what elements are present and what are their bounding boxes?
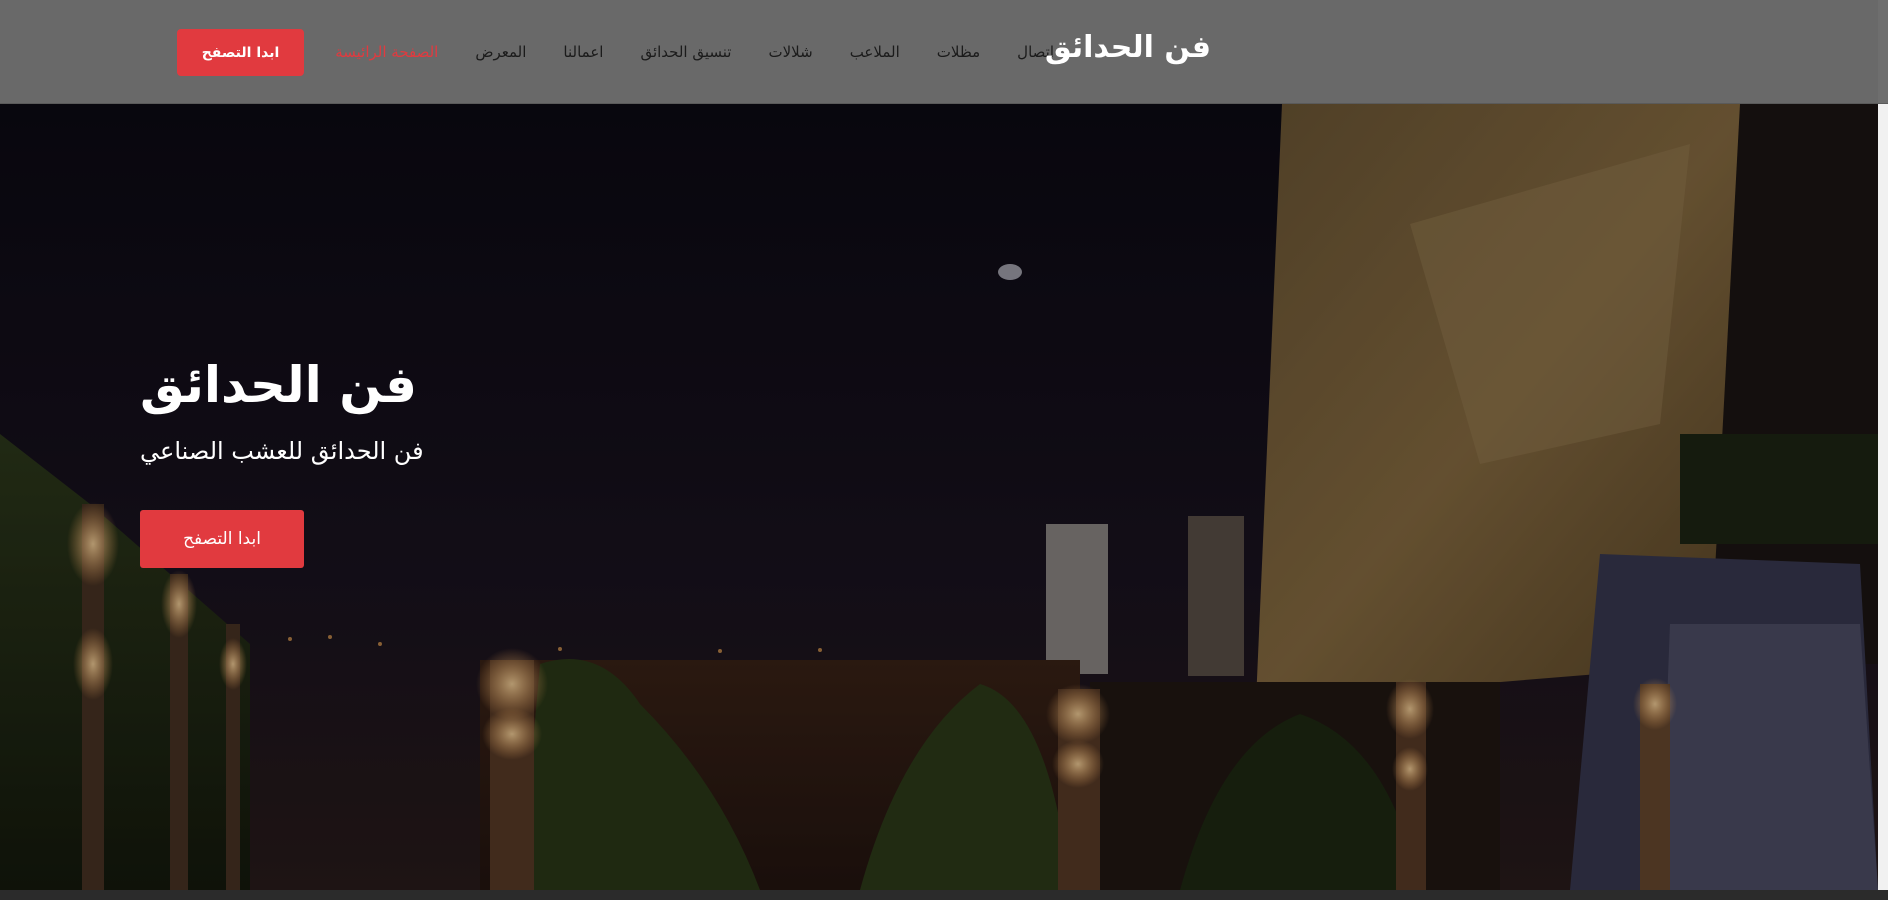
hero-background-image xyxy=(0,104,1878,890)
site-logo[interactable]: فن الحدائق xyxy=(1045,30,1211,65)
nav-item-home[interactable]: الصفحة الرائيسة xyxy=(335,43,438,61)
nav-item-waterfalls[interactable]: شلالات xyxy=(769,43,813,61)
nav-item-landscaping[interactable]: تنسيق الحدائق xyxy=(640,43,731,61)
header-edge xyxy=(1878,0,1888,103)
hero-subtitle: فن الحدائق للعشب الصناعي xyxy=(140,437,424,465)
main-nav: الصفحة الرائيسة المعرض اعمالنا تنسيق الح… xyxy=(298,0,1054,103)
nav-item-gallery[interactable]: المعرض xyxy=(475,43,526,61)
hero-title: فن الحدائق xyxy=(140,356,417,414)
hero-browse-button[interactable]: ابدا التصفح xyxy=(140,510,304,568)
nav-item-shades[interactable]: مظلات xyxy=(937,43,980,61)
header-browse-button[interactable]: ابدا التصفح xyxy=(177,29,304,76)
site-header: ابدا التصفح الصفحة الرائيسة المعرض اعمال… xyxy=(0,0,1888,104)
hero-section: فن الحدائق فن الحدائق للعشب الصناعي ابدا… xyxy=(0,104,1878,890)
nav-item-our-work[interactable]: اعمالنا xyxy=(563,43,603,61)
page: ابدا التصفح الصفحة الرائيسة المعرض اعمال… xyxy=(0,0,1888,900)
bottom-edge xyxy=(0,890,1888,900)
vertical-scrollbar[interactable] xyxy=(1878,104,1888,890)
nav-item-playgrounds[interactable]: الملاعب xyxy=(850,43,900,61)
